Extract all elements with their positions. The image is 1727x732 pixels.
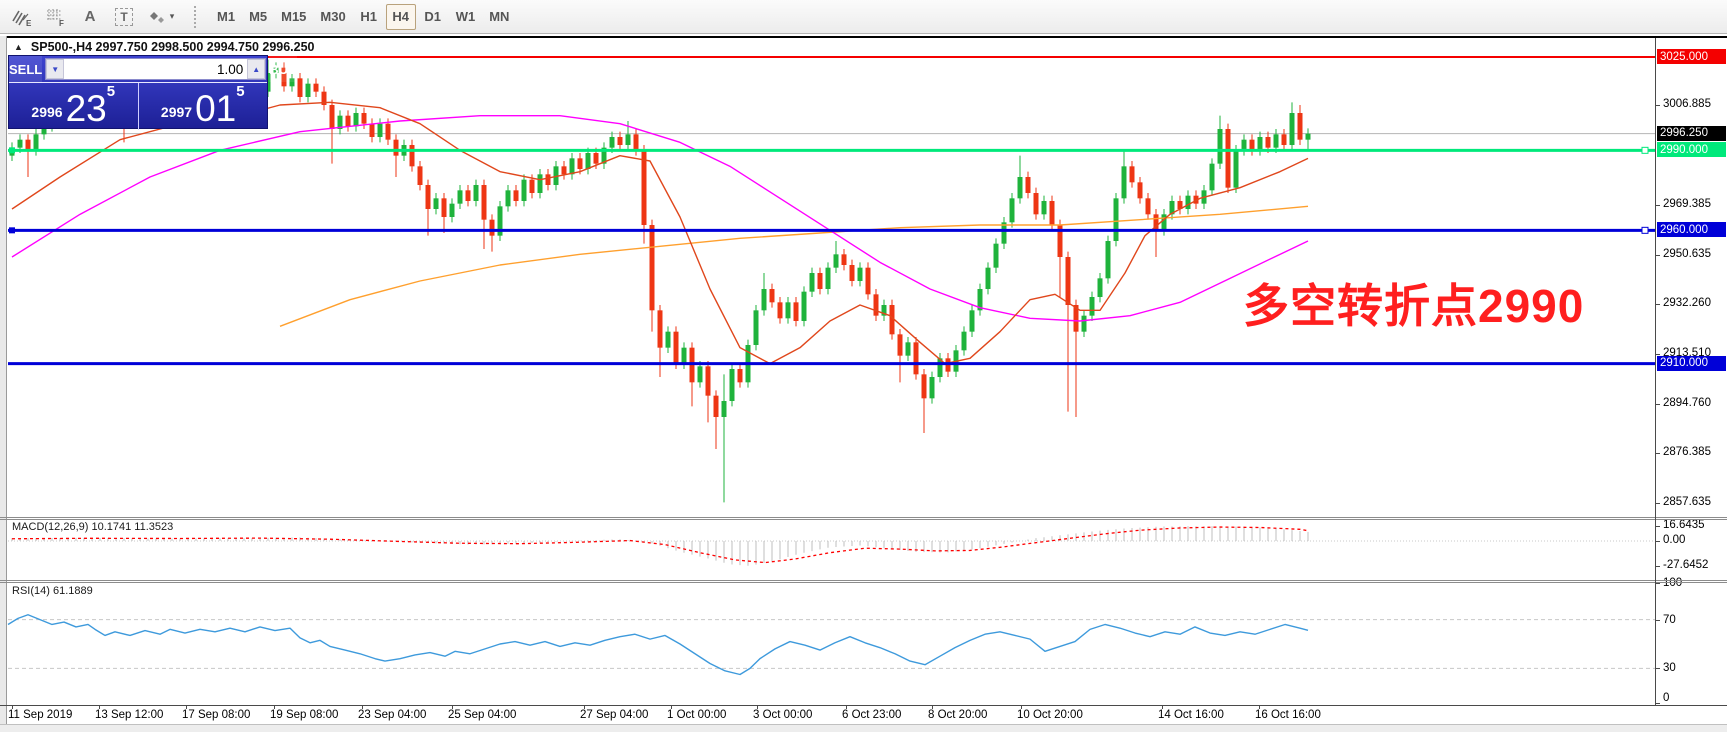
volume-down-button[interactable]: ▼: [46, 59, 64, 79]
volume-input[interactable]: [64, 59, 247, 79]
buy-price-pips: 01: [195, 91, 236, 127]
chart-annotation-text: 多空转折点2990: [1243, 270, 1584, 336]
sell-price-handle: 2996: [31, 97, 62, 127]
sell-price[interactable]: 2996 23 5: [9, 83, 139, 130]
volume-up-button[interactable]: ▲: [247, 59, 265, 79]
chart-header: ▲ SP500-,H4 2997.750 2998.500 2994.750 2…: [14, 40, 315, 54]
sell-price-fraction: 5: [107, 85, 115, 99]
buy-price[interactable]: 2997 01 5: [139, 83, 268, 130]
volume-stepper: ▼ ▲: [45, 58, 266, 80]
one-click-collapse-icon[interactable]: ▲: [14, 42, 23, 52]
symbol-title: SP500-,H4 2997.750 2998.500 2994.750 299…: [31, 40, 315, 54]
sell-price-pips: 23: [66, 91, 107, 127]
one-click-trade-panel: SELL ▼ ▲ BUY 2996 23 5 2997 01 5: [8, 55, 268, 129]
buy-price-fraction: 5: [236, 85, 244, 99]
buy-button[interactable]: BUY: [269, 56, 296, 82]
buy-price-handle: 2997: [161, 97, 192, 127]
sell-button[interactable]: SELL: [9, 56, 42, 82]
